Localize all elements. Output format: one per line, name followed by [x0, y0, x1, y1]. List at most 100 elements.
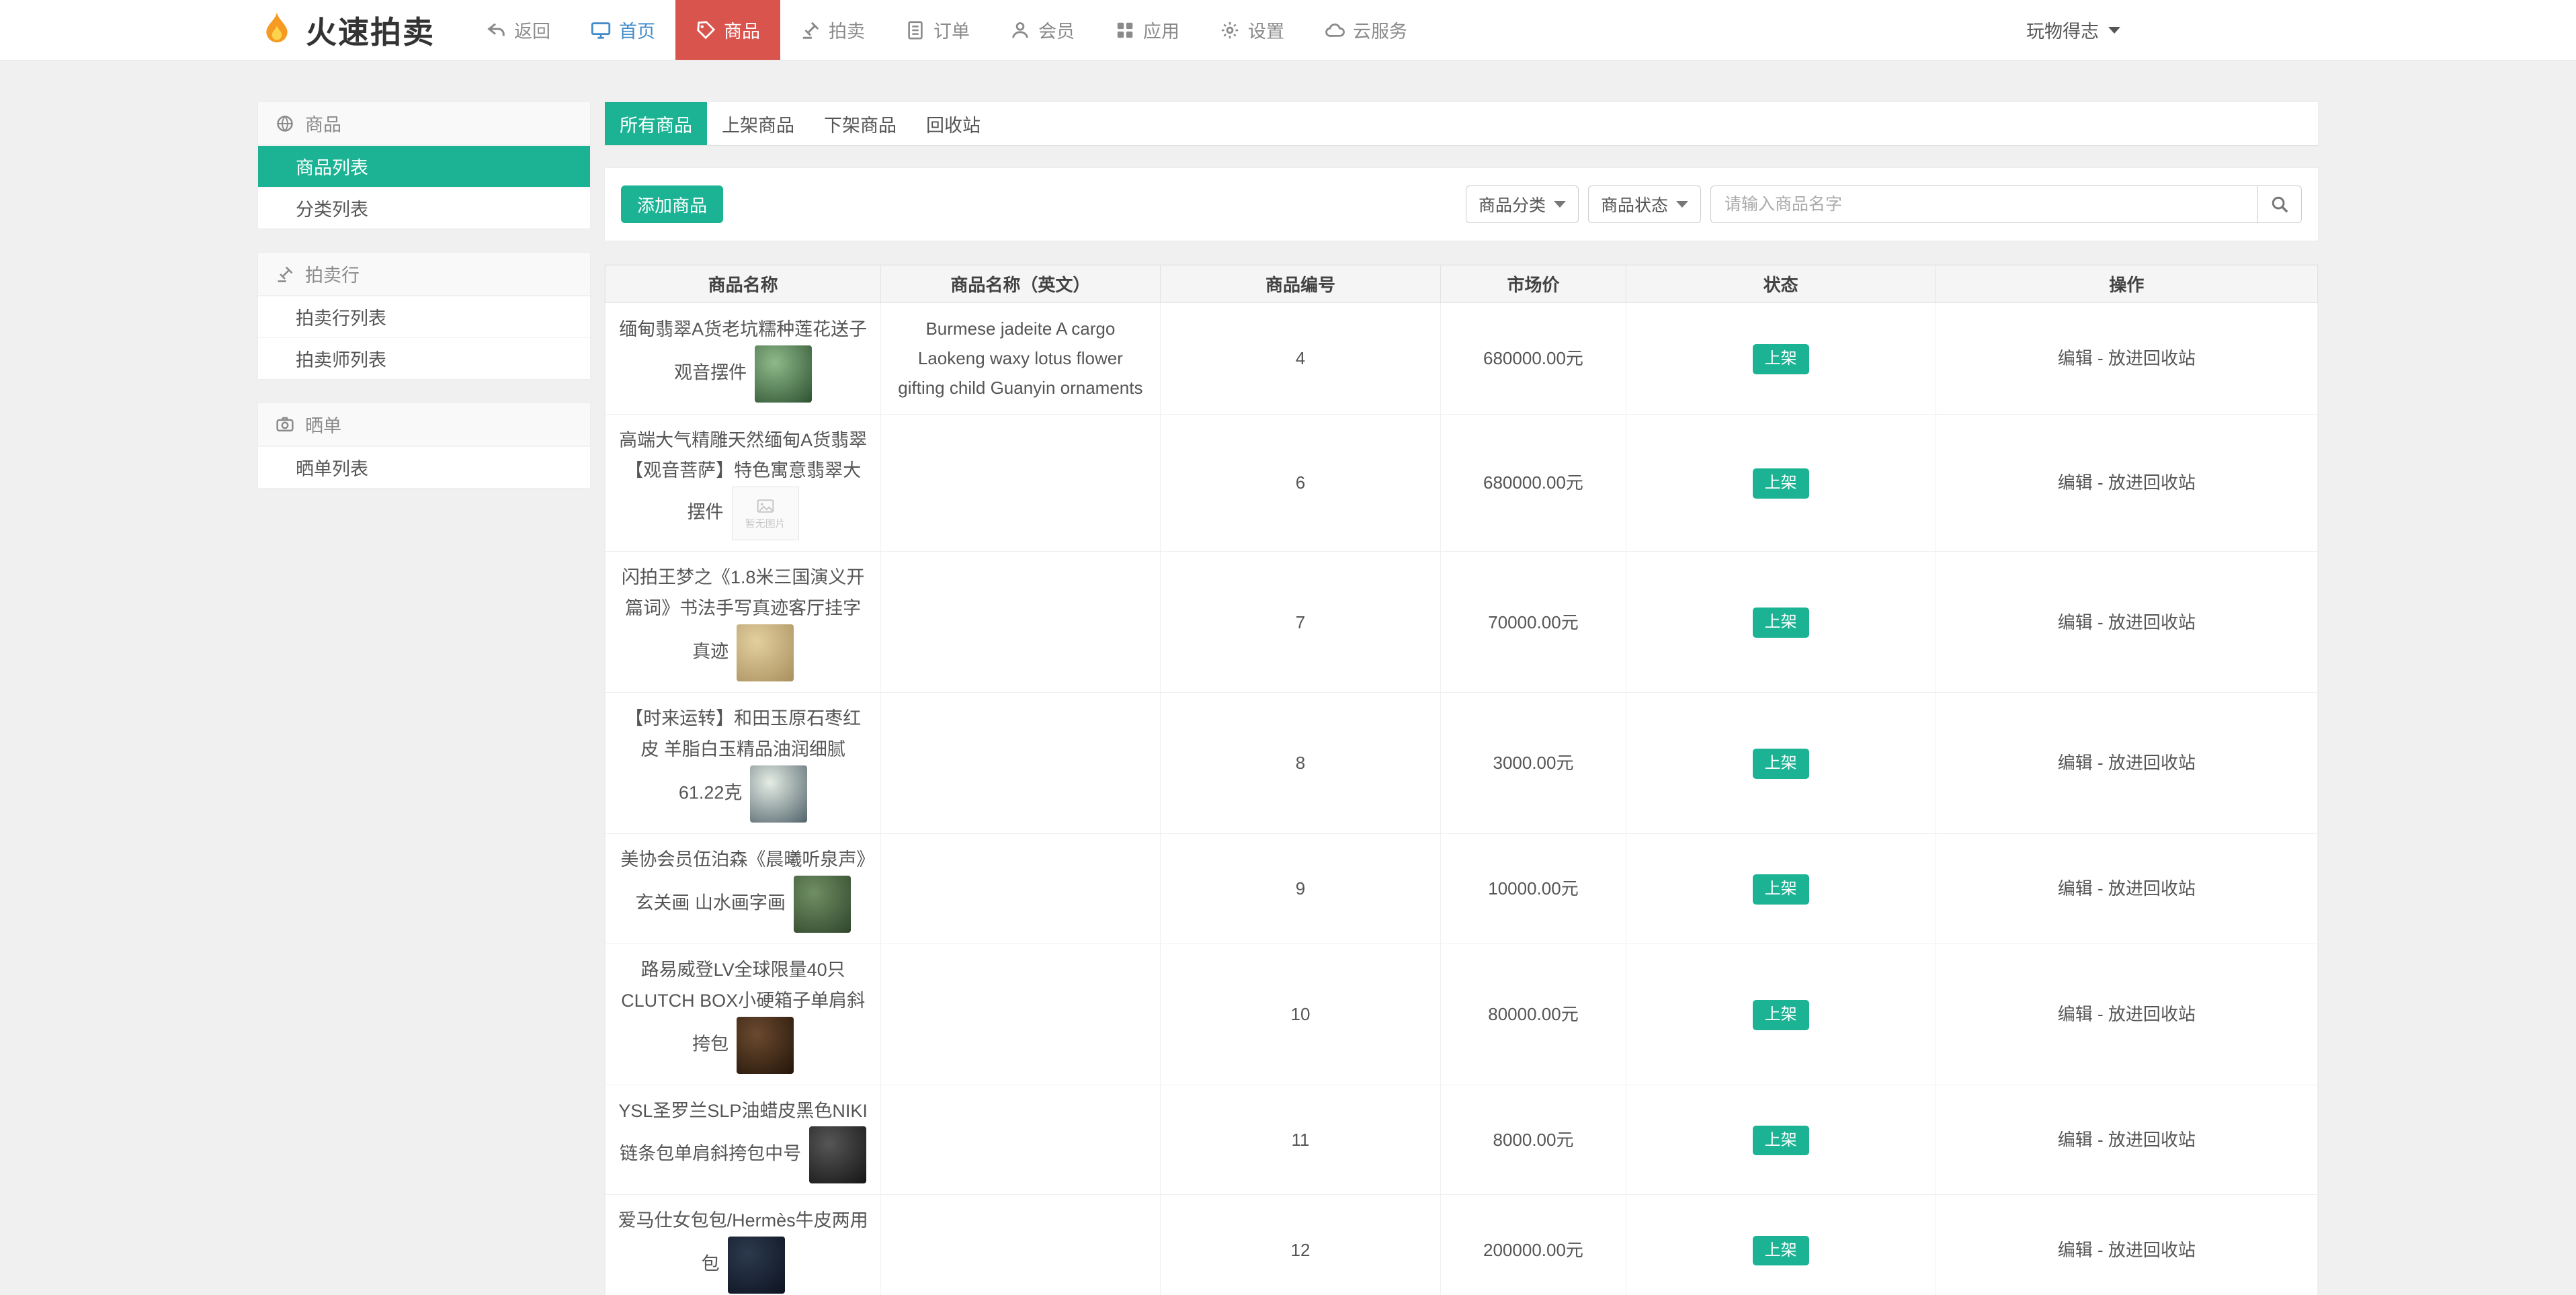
actions-cell: 编辑 - 放进回收站 — [1935, 1194, 2319, 1295]
edit-link[interactable]: 编辑 — [2058, 753, 2093, 773]
search-icon — [2270, 194, 2290, 214]
product-name-en-cell — [880, 833, 1161, 944]
product-thumbnail[interactable] — [737, 624, 794, 682]
product-name-en-cell — [880, 551, 1161, 694]
brand-logo[interactable]: 火速拍卖 — [257, 8, 435, 52]
nav-item-home[interactable]: 首页 — [571, 0, 675, 60]
recycle-link[interactable]: 放进回收站 — [2108, 612, 2196, 632]
sidebar-group-goods: 商品 商品列表 分类列表 — [257, 101, 591, 229]
edit-link[interactable]: 编辑 — [2058, 1004, 2093, 1024]
product-name-cell: 高端大气精雕天然缅甸A货翡翠【观音菩萨】特色寓意翡翠大摆件 暂无图片 — [604, 413, 882, 552]
status-badge[interactable]: 上架 — [1752, 468, 1809, 499]
tab-on-sale[interactable]: 上架商品 — [707, 102, 809, 145]
sidebar-item-category-list[interactable]: 分类列表 — [258, 187, 590, 228]
edit-link[interactable]: 编辑 — [2058, 348, 2093, 368]
edit-link[interactable]: 编辑 — [2058, 878, 2093, 899]
column-header-0: 商品名称 — [604, 265, 882, 303]
product-thumbnail[interactable] — [727, 1237, 785, 1294]
order-icon — [905, 20, 925, 40]
status-badge[interactable]: 上架 — [1752, 1125, 1809, 1156]
sidebar-group-header-review: 晒单 — [258, 403, 590, 446]
status-badge[interactable]: 上架 — [1752, 343, 1809, 374]
sidebar-group-header-auction-house: 拍卖行 — [258, 253, 590, 296]
product-name-cell: 缅甸翡翠A货老坑糯种莲花送子观音摆件 — [604, 302, 882, 415]
table-row: YSL圣罗兰SLP油蜡皮黑色NIKI链条包单肩斜挎包中号 11 8000.00元 上架… — [604, 1084, 2319, 1196]
product-id-cell: 4 — [1159, 302, 1442, 415]
tab-all[interactable]: 所有商品 — [605, 102, 707, 145]
recycle-link[interactable]: 放进回收站 — [2108, 878, 2196, 899]
edit-link[interactable]: 编辑 — [2058, 612, 2093, 632]
tab-recycle-bin[interactable]: 回收站 — [911, 102, 995, 145]
status-badge[interactable]: 上架 — [1752, 874, 1809, 905]
status-badge[interactable]: 上架 — [1752, 1235, 1809, 1266]
no-image-placeholder: 暂无图片 — [731, 487, 799, 541]
account-name: 玩物得志 — [2026, 22, 2099, 42]
main-content: 所有商品 上架商品 下架商品 回收站 添加商品 商品分类 商品状态 请输入商品名… — [604, 101, 2319, 1295]
nav-item-cloud[interactable]: 云服务 — [1304, 0, 1427, 60]
filter-buttons: 商品分类 商品状态 — [1465, 185, 1701, 223]
column-header-3: 市场价 — [1440, 265, 1626, 303]
recycle-link[interactable]: 放进回收站 — [2108, 1130, 2196, 1150]
market-price-cell: 8000.00元 — [1440, 1084, 1626, 1196]
column-header-5: 操作 — [1935, 265, 2319, 303]
nav-item-goods[interactable]: 商品 — [675, 0, 780, 60]
auction-icon — [800, 20, 821, 40]
search-group — [1710, 185, 2302, 223]
status-badge[interactable]: 上架 — [1752, 999, 1809, 1030]
product-thumbnail[interactable] — [793, 875, 851, 933]
sidebar-item-auction-house-list[interactable]: 拍卖行列表 — [258, 296, 590, 337]
product-thumbnail[interactable] — [737, 1016, 794, 1074]
status-filter-dropdown[interactable]: 商品状态 — [1587, 185, 1701, 223]
product-name: 缅甸翡翠A货老坑糯种莲花送子观音摆件 — [619, 319, 868, 383]
nav-item-member[interactable]: 会员 — [990, 0, 1095, 60]
goods-icon — [696, 20, 716, 40]
search-input[interactable] — [1710, 185, 2257, 223]
recycle-link[interactable]: 放进回收站 — [2108, 472, 2196, 493]
nav-item-label: 云服务 — [1353, 22, 1407, 42]
account-menu[interactable]: 玩物得志 — [2026, 17, 2120, 43]
edit-link[interactable]: 编辑 — [2058, 1130, 2093, 1150]
add-product-button[interactable]: 添加商品 — [621, 185, 724, 223]
edit-link[interactable]: 编辑 — [2058, 1240, 2093, 1260]
status-badge[interactable]: 上架 — [1752, 749, 1809, 779]
product-thumbnail[interactable] — [809, 1126, 867, 1184]
sidebar-item-auctioneer-list[interactable]: 拍卖师列表 — [258, 337, 590, 379]
nav-item-order[interactable]: 订单 — [885, 0, 990, 60]
recycle-link[interactable]: 放进回收站 — [2108, 1240, 2196, 1260]
column-header-1: 商品名称（英文） — [880, 265, 1161, 303]
back-icon — [486, 20, 506, 40]
no-image-label: 暂无图片 — [745, 518, 786, 530]
filter-label: 商品分类 — [1478, 196, 1546, 215]
product-id-cell: 8 — [1159, 692, 1442, 834]
nav-item-settings[interactable]: 设置 — [1200, 0, 1304, 60]
sidebar-item-goods-list[interactable]: 商品列表 — [258, 145, 590, 187]
nav-item-label: 首页 — [619, 22, 655, 42]
status-cell: 上架 — [1625, 692, 1936, 834]
recycle-link[interactable]: 放进回收站 — [2108, 348, 2196, 368]
market-price-cell: 3000.00元 — [1440, 692, 1626, 834]
nav-item-label: 会员 — [1038, 22, 1075, 42]
tab-off-sale[interactable]: 下架商品 — [809, 102, 911, 145]
search-button[interactable] — [2257, 185, 2302, 223]
recycle-link[interactable]: 放进回收站 — [2108, 1004, 2196, 1024]
recycle-link[interactable]: 放进回收站 — [2108, 753, 2196, 773]
actions-cell: 编辑 - 放进回收站 — [1935, 833, 2319, 944]
sidebar-group-review: 晒单 晒单列表 — [257, 403, 591, 489]
category-filter-dropdown[interactable]: 商品分类 — [1465, 185, 1579, 223]
nav-item-app[interactable]: 应用 — [1095, 0, 1200, 60]
product-thumbnail[interactable] — [755, 345, 813, 403]
action-separator: - — [2092, 878, 2108, 899]
edit-link[interactable]: 编辑 — [2058, 472, 2093, 493]
status-badge[interactable]: 上架 — [1752, 608, 1809, 638]
table-row: 缅甸翡翠A货老坑糯种莲花送子观音摆件 Burmese jadeite A carg… — [604, 302, 2319, 415]
nav-item-back[interactable]: 返回 — [466, 0, 571, 60]
sidebar-group-header-goods: 商品 — [258, 102, 590, 145]
member-icon — [1010, 20, 1030, 40]
product-thumbnail[interactable] — [750, 765, 808, 823]
sidebar-item-review-list[interactable]: 晒单列表 — [258, 446, 590, 488]
sidebar: 商品 商品列表 分类列表拍卖行 拍卖行列表 拍卖师列表晒单 晒单列表 — [257, 101, 591, 511]
product-name: 【时来运转】和田玉原石枣红皮 羊脂白玉精品油润细腻 61.22克 — [625, 708, 862, 803]
toolbar-filters: 商品分类 商品状态 — [1465, 185, 2302, 223]
nav-item-auction[interactable]: 拍卖 — [780, 0, 885, 60]
product-tabs: 所有商品 上架商品 下架商品 回收站 — [604, 101, 2319, 146]
